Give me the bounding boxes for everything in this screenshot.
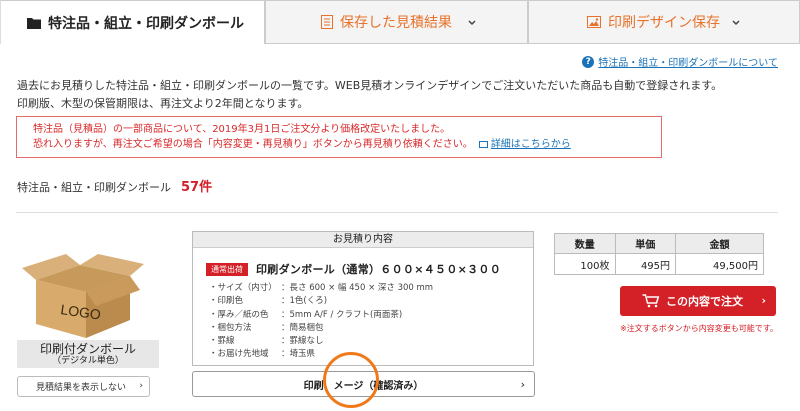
- spec-row: ・お届け先地域 ：埼玉県: [209, 349, 316, 360]
- quote-details: お見積り内容 通常出荷 印刷ダンボール（通常）６００×４５０×３００ ・サイズ（…: [192, 231, 534, 366]
- intro-line-2: 印刷版、木型の保管期限は、再注文より2年間となります。: [17, 97, 309, 110]
- price-table: 数量 単価 金額 100枚 495円 49,500円: [554, 233, 764, 275]
- help-link[interactable]: ? 特注品・組立・印刷ダンボールについて: [582, 54, 778, 69]
- tab-saved-quotes[interactable]: 保存した見積結果: [265, 0, 528, 44]
- price-header-row: 数量 単価 金額: [554, 233, 764, 254]
- hide-result-label: 見積結果を表示しない: [36, 383, 127, 393]
- help-link-label: 特注品・組立・印刷ダンボールについて: [598, 58, 778, 69]
- highlight-circle: [323, 352, 379, 408]
- notice-details-link-label: 詳細はこちらから: [490, 139, 571, 150]
- folder-icon: [27, 17, 41, 29]
- notice-line-1: 特注品（見積品）の一部商品について、2019年3月1日ご注文分より価格改定いたし…: [33, 124, 451, 135]
- spec-row: ・梱包方法 ：簡易梱包: [209, 322, 324, 333]
- tab-print-design[interactable]: 印刷デザイン保存: [528, 0, 800, 44]
- divider: [16, 212, 778, 213]
- spec-row: ・厚み／紙の色 ：5mm A/F / クラフト(両面茶): [209, 309, 403, 320]
- product-title: 印刷ダンボール（通常）６００×４５０×３００: [256, 263, 502, 276]
- intro-text: 過去にお見積りした特注品・組立・印刷ダンボールの一覧です。WEB見積オンラインデ…: [17, 77, 722, 113]
- notice-details-link[interactable]: 詳細はこちらから: [478, 139, 571, 150]
- chevron-right-icon: ›: [139, 381, 143, 391]
- qty-value: 100枚: [554, 253, 616, 275]
- price-notice: 特注品（見積品）の一部商品について、2019年3月1日ご注文分より価格改定いたし…: [16, 116, 662, 158]
- intro-line-1: 過去にお見積りした特注品・組立・印刷ダンボールの一覧です。WEB見積オンラインデ…: [17, 79, 723, 92]
- count-label: 特注品・組立・印刷ダンボール: [17, 181, 171, 194]
- amount-value: 49,500円: [675, 253, 764, 275]
- amount-header: 金額: [675, 233, 764, 254]
- count-value: 57件: [181, 180, 213, 195]
- price-row: 100枚 495円 49,500円: [554, 253, 764, 275]
- spec-row: ・印刷色 ：1色(くろ): [209, 296, 328, 307]
- tab-custom-boxes[interactable]: 特注品・組立・印刷ダンボール: [0, 0, 265, 44]
- chevron-down-icon: [731, 16, 741, 32]
- spec-list: ・サイズ（内寸） ：長さ 600 × 幅 450 × 深さ 300 mm ・印刷色…: [209, 282, 433, 362]
- shipping-badge: 通常出荷: [206, 262, 248, 276]
- order-button[interactable]: この内容で注文 ›: [620, 286, 776, 316]
- qty-header: 数量: [554, 233, 616, 254]
- order-note: ※注文するボタンから内容変更も可能です。: [620, 324, 778, 333]
- result-count: 特注品・組立・印刷ダンボール 57件: [17, 176, 212, 195]
- cart-icon: [642, 294, 660, 308]
- spec-row: ・罫線 ：罫線なし: [209, 336, 324, 347]
- chevron-down-icon: [467, 16, 477, 32]
- notice-line-2: 恐れ入りますが、再注文ご希望の場合「内容変更・再見積り」ボタンから再見積り依頼く…: [33, 137, 661, 152]
- spec-row: ・サイズ（内寸） ：長さ 600 × 幅 450 × 深さ 300 mm: [209, 283, 434, 293]
- tab-label: 印刷デザイン保存: [608, 15, 720, 31]
- chevron-right-icon: ›: [761, 294, 766, 307]
- product-name-line-1: 印刷付ダンボール: [39, 342, 136, 356]
- tab-label: 保存した見積結果: [340, 15, 452, 31]
- image-icon: [587, 16, 601, 28]
- order-button-label: この内容で注文: [666, 295, 743, 308]
- product-name: 印刷付ダンボール （デジタル単色）: [17, 340, 159, 368]
- tab-label: 特注品・組立・印刷ダンボール: [48, 15, 244, 32]
- notice-line-2-text: 恐れ入りますが、再注文ご希望の場合「内容変更・再見積り」ボタンから再見積り依頼く…: [33, 139, 473, 150]
- question-icon: ?: [582, 55, 595, 68]
- cardboard-box-image: LOGO: [18, 250, 158, 340]
- unit-price-header: 単価: [614, 233, 677, 254]
- product-name-line-2: （デジタル単色）: [52, 356, 124, 366]
- external-window-icon: [478, 140, 488, 148]
- tab-bar: 特注品・組立・印刷ダンボール 保存した見積結果 印刷デザイン保存: [0, 0, 800, 44]
- document-icon: [321, 15, 333, 29]
- unit-price-value: 495円: [614, 253, 677, 275]
- chevron-right-icon: ›: [520, 378, 525, 391]
- quote-title-row: 通常出荷 印刷ダンボール（通常）６００×４５０×３００: [206, 261, 501, 277]
- hide-result-button[interactable]: 見積結果を表示しない ›: [17, 376, 150, 397]
- quote-header: お見積り内容: [193, 232, 533, 248]
